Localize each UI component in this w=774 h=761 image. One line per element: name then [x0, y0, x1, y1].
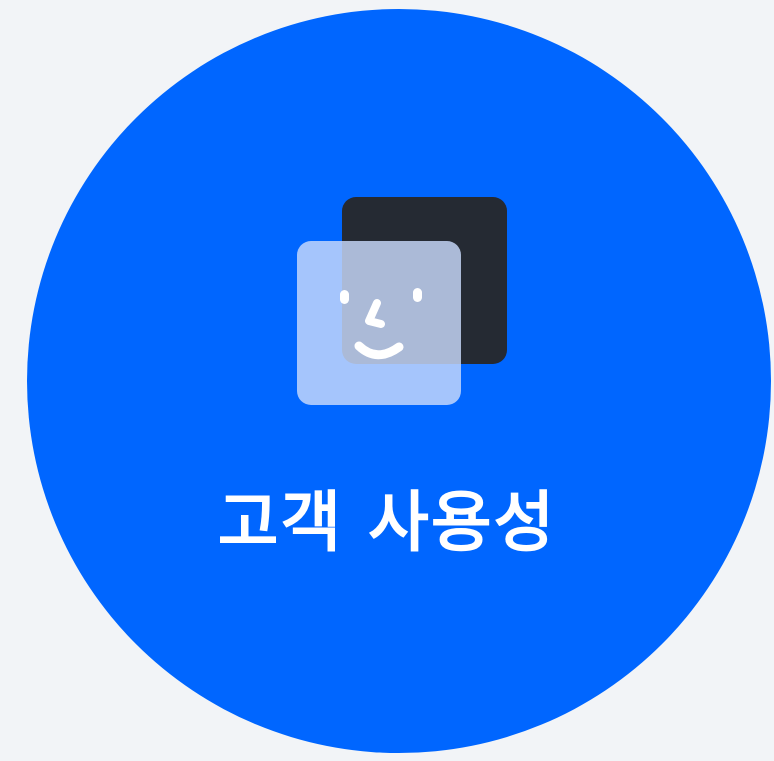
left-eye-shape: [340, 290, 349, 304]
right-eye-shape: [413, 288, 422, 302]
overlapping-face-cards-icon: [297, 197, 507, 407]
badge-label: 고객 사용성: [217, 484, 557, 561]
badge-container: 고객 사용성: [0, 0, 774, 761]
